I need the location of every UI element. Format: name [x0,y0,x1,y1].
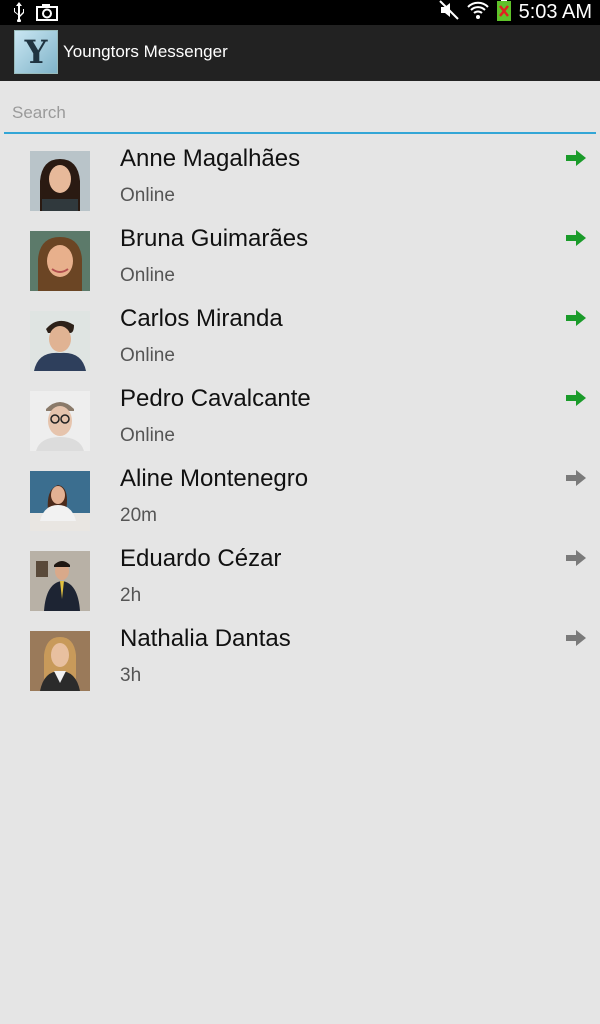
contact-row[interactable]: Pedro Cavalcante Online [0,382,600,462]
avatar [30,231,90,291]
contact-row[interactable]: Nathalia Dantas 3h [0,622,600,702]
arrow-right-icon[interactable] [564,388,588,408]
contact-status: 3h [120,665,142,686]
app-title: Youngtors Messenger [63,42,228,61]
contact-name: Eduardo Cézar [120,545,282,572]
arrow-right-icon[interactable] [564,308,588,328]
contact-row[interactable]: Bruna Guimarães Online [0,222,600,302]
contact-name: Aline Montenegro [120,465,309,492]
action-bar: Y Youngtors Messenger [0,25,600,81]
wifi-icon [466,0,489,25]
arrow-right-icon[interactable] [564,628,588,648]
status-bar: 5:03 AM [0,0,600,25]
avatar [30,551,90,611]
contact-status: Online [120,185,175,206]
usb-icon [12,2,26,27]
avatar [30,391,90,451]
avatar [30,151,90,211]
avatar [30,631,90,691]
search-bar [4,94,596,138]
avatar [30,311,90,371]
contact-row[interactable]: Anne Magalhães Online [0,142,600,222]
contact-status: 2h [120,585,142,606]
mute-icon [438,0,459,25]
arrow-right-icon[interactable] [564,548,588,568]
contact-name: Anne Magalhães [120,145,301,172]
contact-name: Nathalia Dantas [120,625,291,652]
avatar [30,471,90,531]
contact-row[interactable]: Carlos Miranda Online [0,302,600,382]
camera-icon [36,3,58,26]
search-input[interactable] [4,94,596,134]
contact-name: Carlos Miranda [120,305,283,332]
app-logo[interactable]: Y [14,30,58,74]
battery-icon [496,0,511,26]
contact-status: Online [120,425,175,446]
contact-name: Bruna Guimarães [120,225,309,252]
status-clock: 5:03 AM [518,1,592,23]
contact-row[interactable]: Aline Montenegro 20m [0,462,600,542]
contact-status: Online [120,265,175,286]
arrow-right-icon[interactable] [564,148,588,168]
contact-status: Online [120,345,175,366]
contact-status: 20m [120,505,157,526]
contact-row[interactable]: Eduardo Cézar 2h [0,542,600,622]
contact-name: Pedro Cavalcante [120,385,311,412]
arrow-right-icon[interactable] [564,468,588,488]
arrow-right-icon[interactable] [564,228,588,248]
contact-list: Anne Magalhães Online Bruna Guimarães On… [0,142,600,702]
